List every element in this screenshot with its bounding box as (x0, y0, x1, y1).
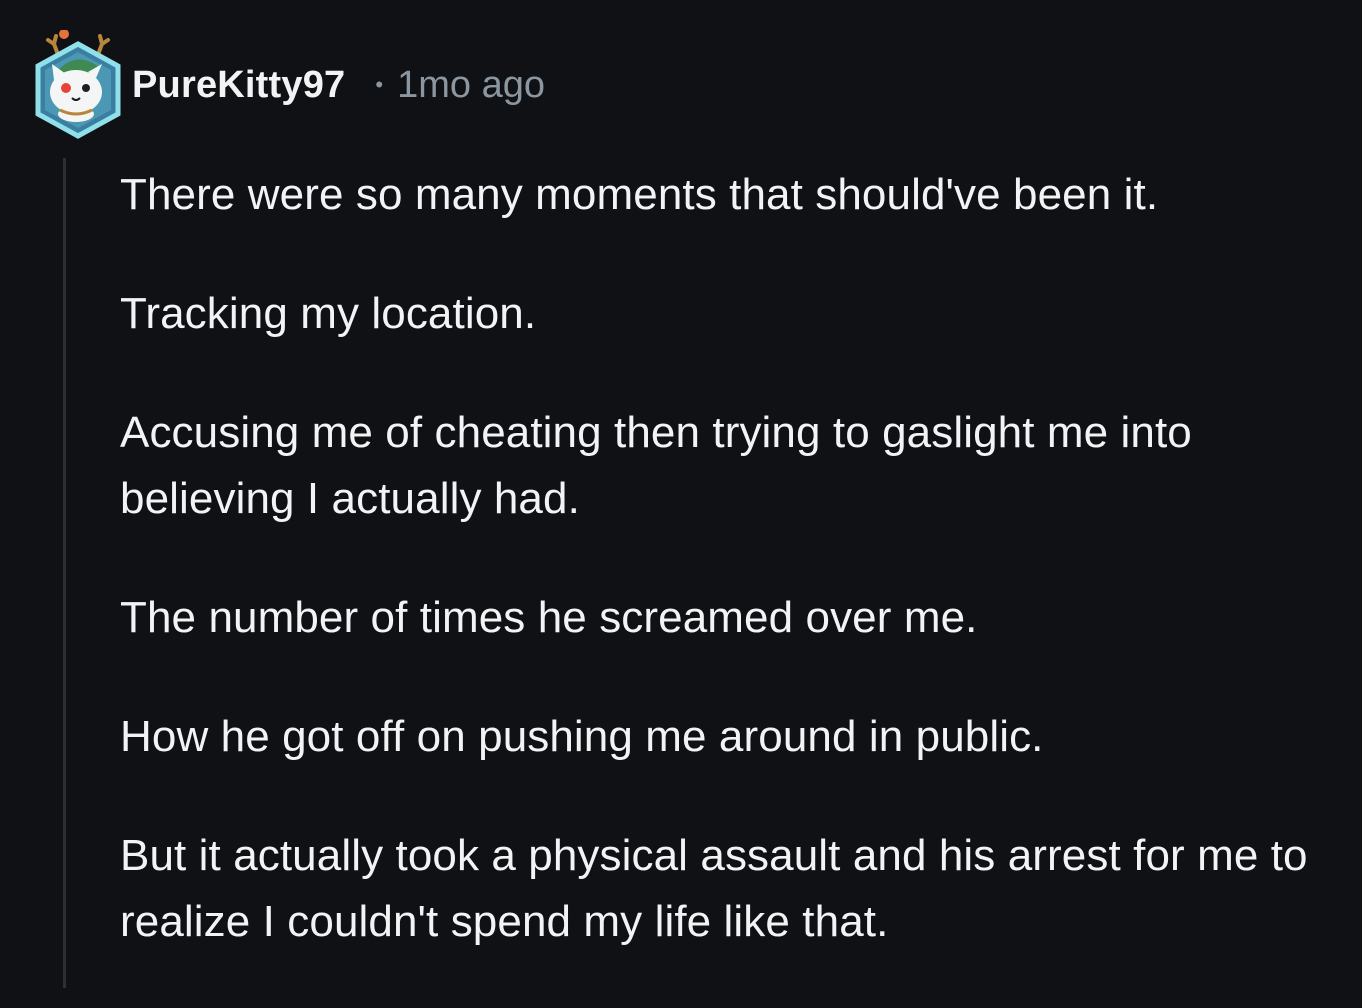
user-avatar[interactable] (30, 30, 126, 140)
comment-paragraph: But it actually took a physical assault … (120, 831, 1308, 946)
comment-paragraph: How he got off on pushing me around in p… (120, 712, 1044, 761)
comment-paragraph: The number of times he screamed over me. (120, 593, 978, 642)
meta-separator: • (375, 72, 384, 97)
username-link[interactable]: PureKitty97 (132, 64, 345, 107)
thread-collapse-line[interactable] (63, 158, 66, 988)
comment-paragraph: Accusing me of cheating then trying to g… (120, 408, 1192, 523)
comment-timestamp[interactable]: 1mo ago (397, 64, 545, 107)
comment-header: PureKitty97 • 1mo ago (30, 30, 545, 140)
comment-body: There were so many moments that should'v… (120, 162, 1335, 1008)
comment-paragraph: Tracking my location. (120, 289, 537, 338)
kitty-avatar-icon (35, 30, 121, 139)
comment-paragraph: There were so many moments that should'v… (120, 170, 1159, 219)
